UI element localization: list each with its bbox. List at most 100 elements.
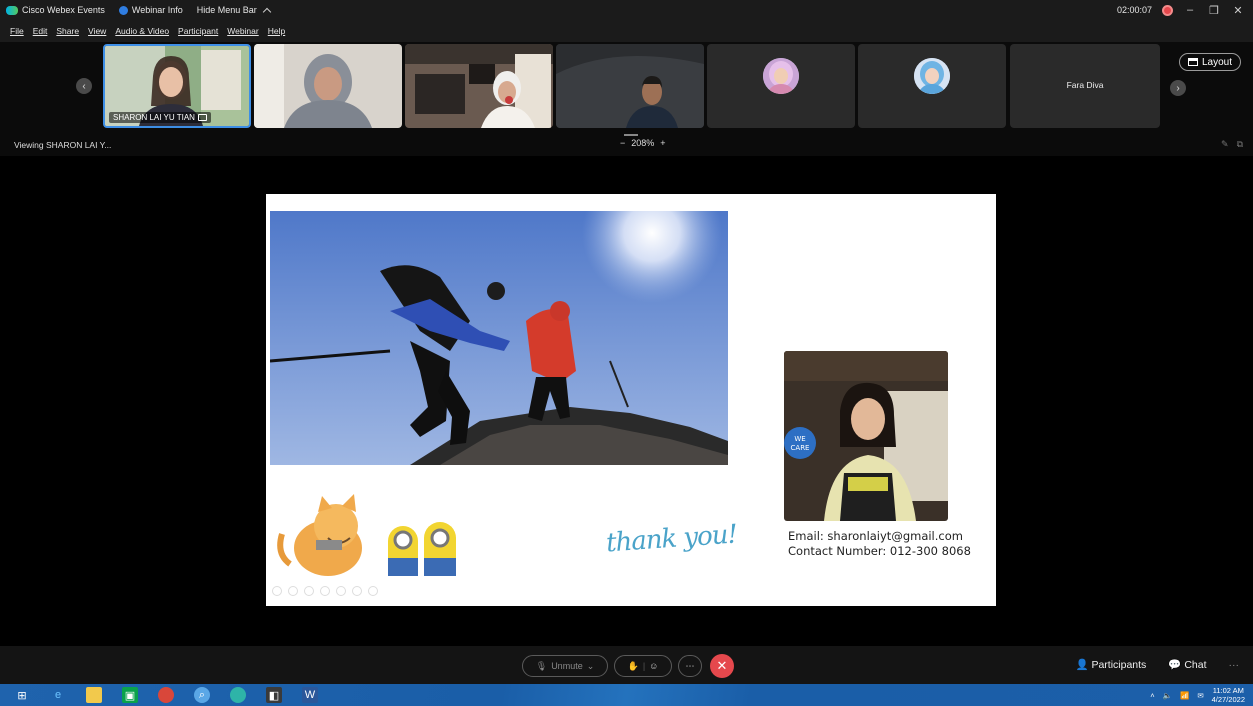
participant-avatar [763,58,799,94]
app-brand: Cisco Webex Events [0,5,105,15]
chevron-down-icon[interactable]: ⌄ [587,661,595,672]
file-explorer-icon[interactable] [86,687,102,703]
close-icon[interactable]: ✕ [1231,4,1245,17]
menu-help[interactable]: Help [268,26,285,36]
clock-time: 11:02 AM [1212,686,1244,695]
overflow-menu-button[interactable]: ··· [1229,659,1240,671]
zoom-out-button[interactable]: − [620,138,625,148]
layout-button[interactable]: Layout [1178,53,1241,71]
resize-handle[interactable] [624,134,638,136]
svg-text:CARE: CARE [791,444,810,452]
more-icon: ⋯ [685,660,695,671]
participant-tile-fara-diva[interactable]: Fara Diva [1010,44,1160,128]
slide-toolbar [272,586,378,596]
slide-tool-icon[interactable] [336,586,346,596]
menu-audio-video[interactable]: Audio & Video [115,26,169,36]
search-icon[interactable]: ⌕ [194,687,210,703]
slide-tool-icon[interactable] [304,586,314,596]
windows-start-icon[interactable]: ⊞ [14,687,30,703]
volume-icon[interactable]: 🔈 [1163,691,1172,700]
zoom-in-button[interactable]: + [660,138,665,148]
chevron-up-icon [262,7,272,17]
menu-view[interactable]: View [88,26,106,36]
word-icon[interactable]: W [302,687,318,703]
menu-bar: File Edit Share View Audio & Video Parti… [0,20,1253,42]
os-taskbar: ⊞ e ▣ ⌕ ◧ W ˄ 🔈 📶 ✉ 11:02 AM 4/27/2022 [0,684,1253,706]
scroll-right-button[interactable]: › [1170,80,1186,96]
slide-tool-icon[interactable] [352,586,362,596]
network-icon[interactable]: 📶 [1180,691,1189,700]
contact-number-text: Contact Number: 012-300 8068 [788,544,971,558]
minimize-icon[interactable]: – [1183,4,1197,16]
title-bar: Cisco Webex Events Webinar Info Hide Men… [0,0,1253,20]
thank-you-text: thank you! [605,519,738,559]
cat-sticker [277,494,362,576]
layout-icon [1187,58,1198,66]
minions-sticker [388,522,456,576]
participant-tile-2[interactable] [254,44,402,128]
notification-icon[interactable]: ✉ [1197,691,1203,700]
taskbar-clock[interactable]: 11:02 AM 4/27/2022 [1212,686,1245,704]
store-icon[interactable]: ▣ [122,687,138,703]
slide-tool-icon[interactable] [368,586,378,596]
edge-icon[interactable] [230,687,246,703]
participant-tile-6[interactable] [858,44,1006,128]
chrome-icon[interactable] [158,687,174,703]
leave-meeting-button[interactable]: ✕ [710,654,734,678]
chevron-up-icon[interactable]: ˄ [1150,691,1154,700]
close-icon: ✕ [716,658,728,673]
hide-menu-bar-button[interactable]: Hide Menu Bar [196,5,272,17]
participant-name-tag: SHARON LAI YU TIAN [109,112,211,123]
scroll-left-button[interactable]: ‹ [76,78,92,94]
meeting-controls: 🎙 Unmute ⌄ ✋ | ☺ ⋯ ✕ 👤 Participants 💬 Ch… [0,646,1253,684]
meeting-timer: 02:00:07 [1116,5,1152,15]
slide-tool-icon[interactable] [320,586,330,596]
video-feed-3 [405,44,553,128]
menu-share[interactable]: Share [56,26,79,36]
slide-tool-icon[interactable] [272,586,282,596]
climbers-photo [270,211,728,465]
popout-icon[interactable]: ⧉ [1237,139,1243,150]
webex-logo-icon [6,5,18,15]
emoji-icon[interactable]: ☺ [649,661,658,671]
system-tray: ˄ 🔈 📶 ✉ 11:02 AM 4/27/2022 [1150,686,1245,704]
menu-edit[interactable]: Edit [33,26,48,36]
email-text: Email: sharonlaiyt@gmail.com [788,529,963,543]
participants-icon: 👤 [1075,659,1089,671]
webinar-info-button[interactable]: Webinar Info [118,5,183,15]
slide-tool-icon[interactable] [288,586,298,596]
webex-taskbar-icon[interactable]: ◧ [266,687,282,703]
menu-participant[interactable]: Participant [178,26,218,36]
participants-label: Participants [1091,659,1147,671]
participant-tile-5[interactable] [707,44,855,128]
shared-content-area: WE CARE thank you! Email: sharonlaiyt@gm… [0,156,1253,646]
internet-explorer-icon[interactable]: e [50,687,66,703]
clock-date: 4/27/2022 [1211,695,1245,704]
presentation-slide: WE CARE thank you! Email: sharonlaiyt@gm… [266,194,996,606]
participant-tile-4[interactable] [556,44,704,128]
zoom-level: 208% [631,138,655,148]
hand-raise-icon[interactable]: ✋ [628,661,639,672]
reactions-group: ✋ | ☺ [614,655,672,677]
info-icon [118,5,128,15]
chat-button[interactable]: 💬 Chat [1168,658,1206,671]
unmute-button[interactable]: 🎙 Unmute ⌄ [522,655,608,677]
restore-icon[interactable]: ❐ [1207,4,1221,17]
participant-tile-3[interactable] [405,44,553,128]
layout-label: Layout [1201,56,1232,68]
chat-icon: 💬 [1168,659,1182,671]
participants-button[interactable]: 👤 Participants [1075,658,1146,671]
participant-strip: ‹ SHARON LAI YU TIAN Fara Diva › Layout [0,42,1253,132]
menu-file[interactable]: File [10,26,24,36]
more-options-button[interactable]: ⋯ [678,655,702,677]
microphone-muted-icon: 🎙 [535,660,548,671]
participant-name: Fara Diva [1066,80,1104,90]
menu-webinar[interactable]: Webinar [227,26,259,36]
recording-icon[interactable] [1162,4,1173,16]
hide-menu-label: Hide Menu Bar [196,5,257,15]
participant-tile-sharon[interactable]: SHARON LAI YU TIAN [103,44,251,128]
chat-label: Chat [1184,659,1207,671]
video-feed-4 [556,44,704,128]
annotate-icon[interactable]: ✎ [1221,139,1229,150]
viewing-bar: Viewing SHARON LAI Y... − 208% + ✎ ⧉ [0,132,1253,156]
